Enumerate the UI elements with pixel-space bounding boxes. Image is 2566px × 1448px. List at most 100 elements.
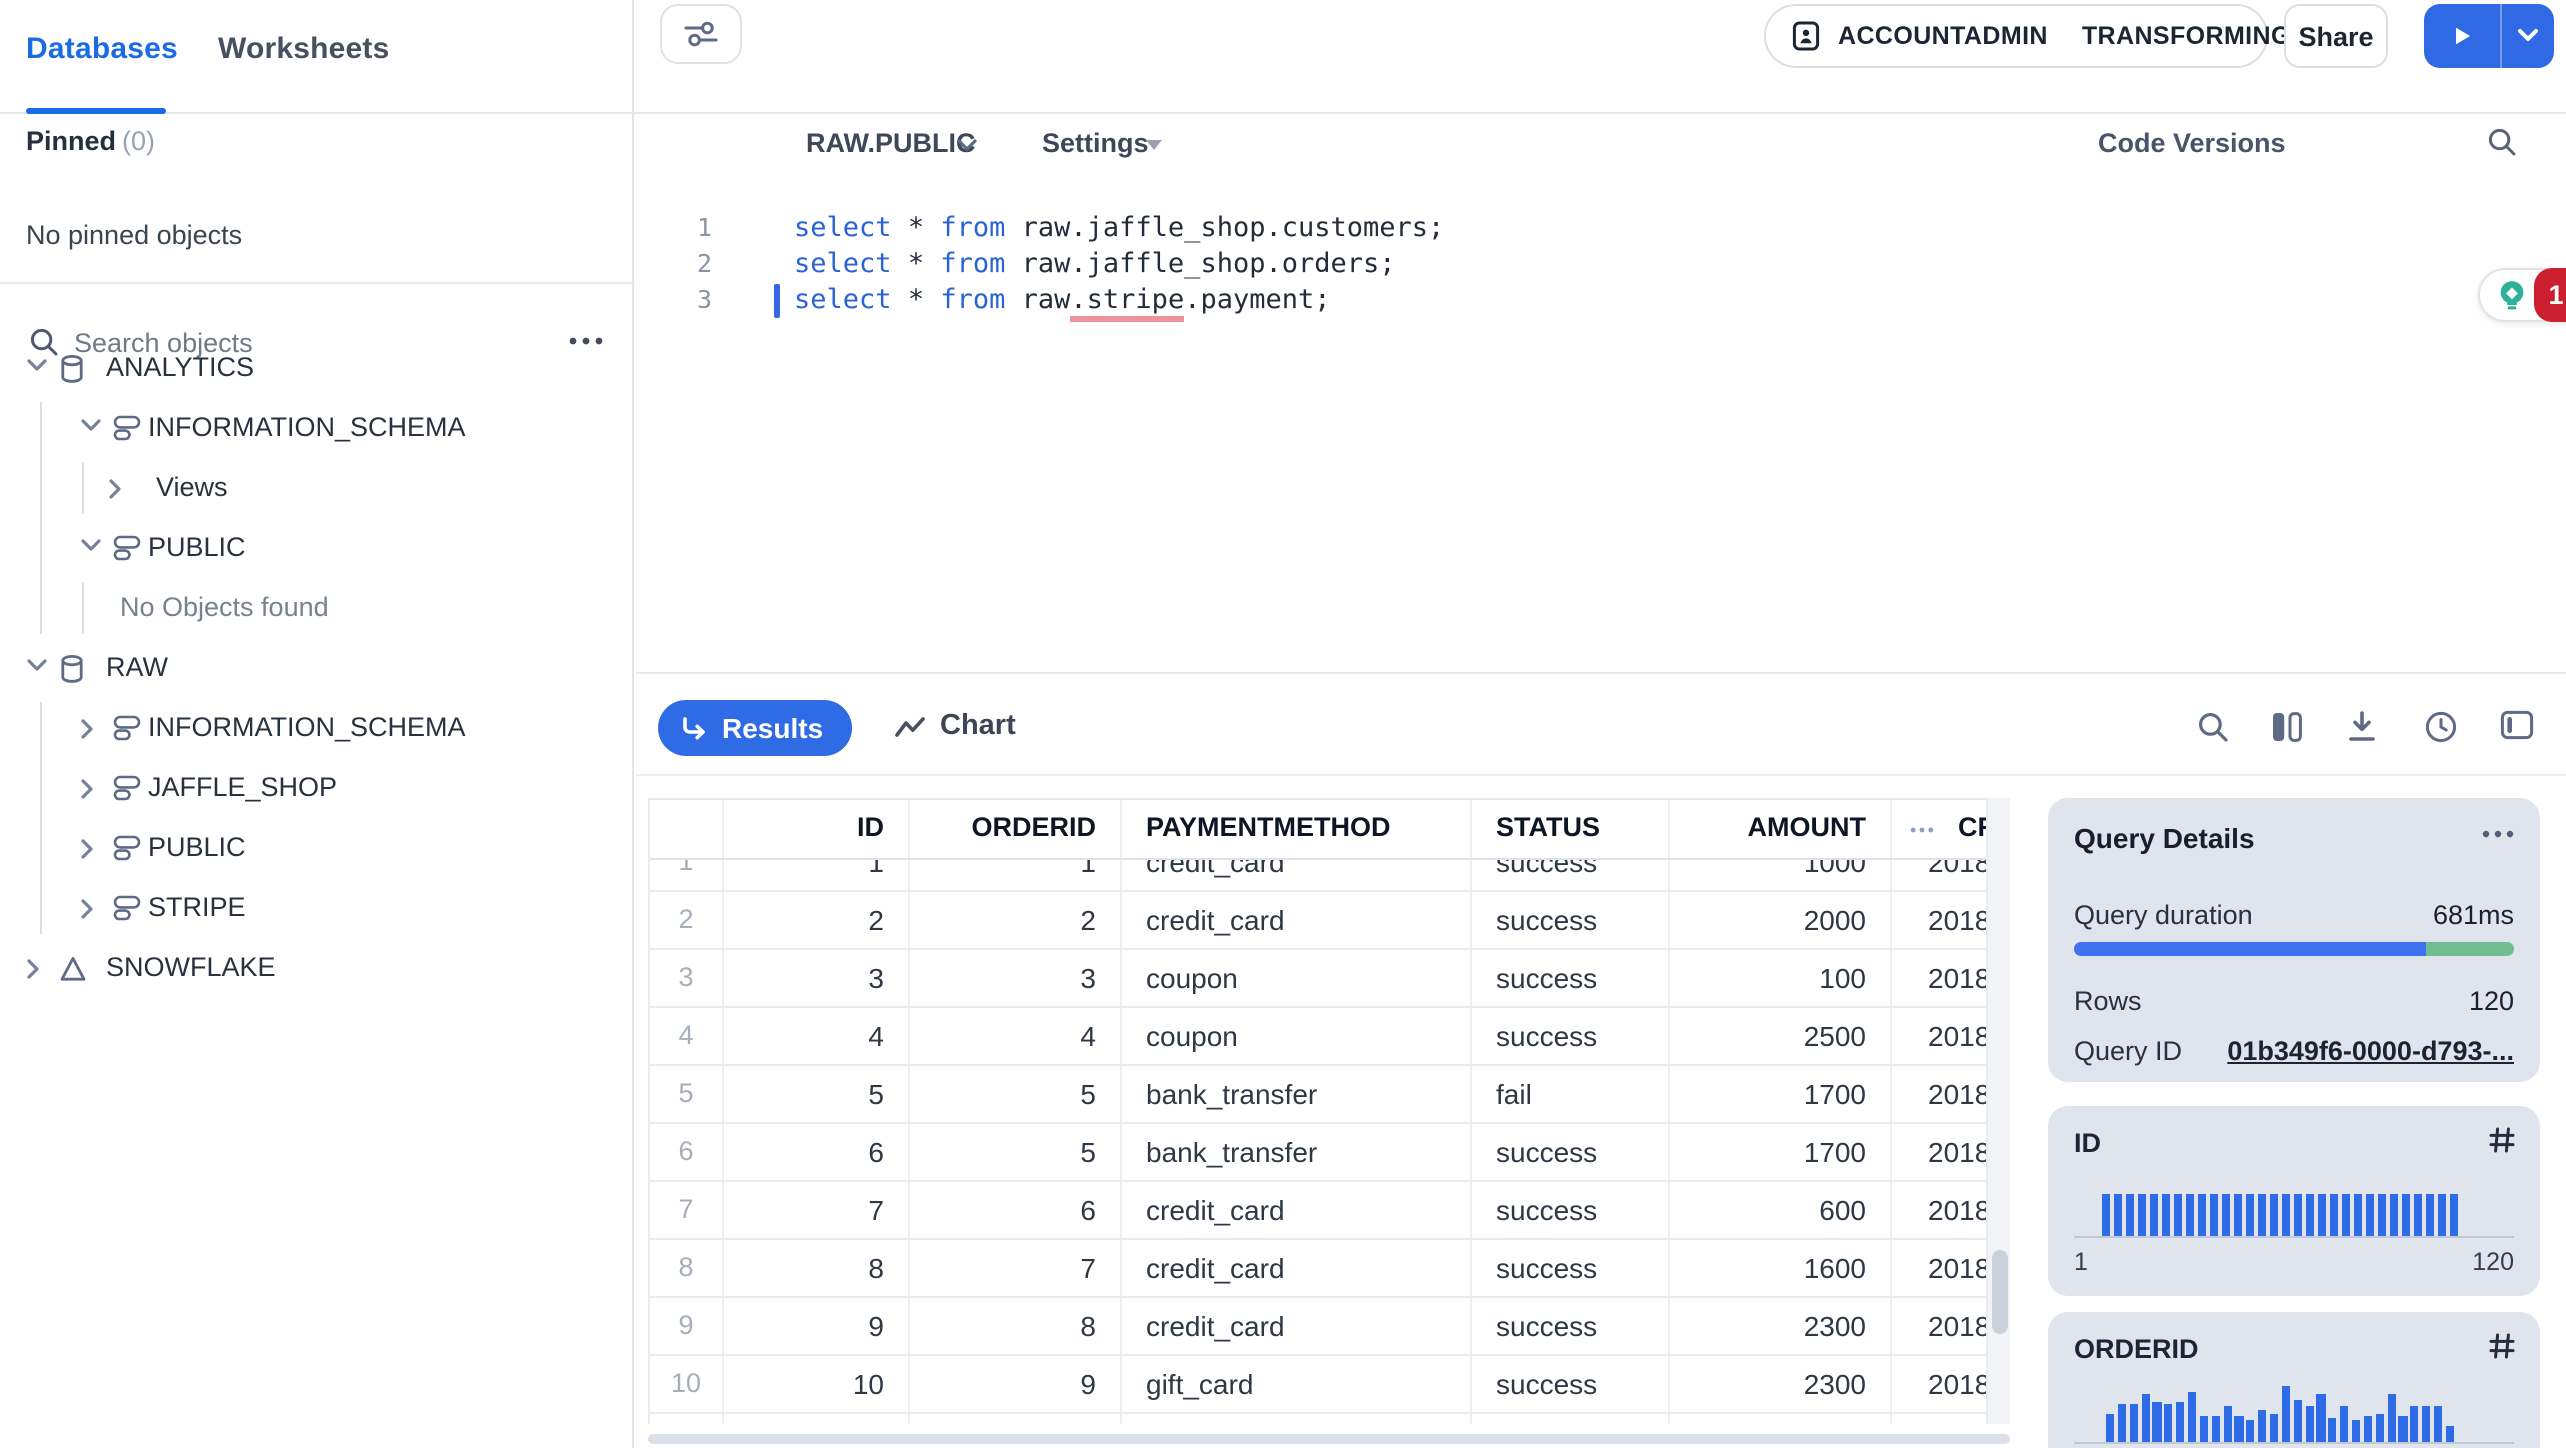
- table-cell[interactable]: 2500: [1670, 1008, 1892, 1064]
- vertical-scrollbar-thumb[interactable]: [1992, 1250, 2008, 1334]
- table-row[interactable]: 10 10 9 gift_card success 2300 2018: [650, 1356, 1986, 1414]
- run-options-button[interactable]: [2502, 4, 2554, 68]
- table-cell[interactable]: fail: [1472, 1066, 1670, 1122]
- table-cell[interactable]: 2300: [1670, 1356, 1892, 1412]
- table-cell[interactable]: success: [1472, 1356, 1670, 1412]
- table-cell[interactable]: 2: [910, 892, 1122, 948]
- table-cell[interactable]: credit_card: [1122, 1298, 1472, 1354]
- table-cell[interactable]: 9: [910, 1356, 1122, 1412]
- table-row[interactable]: 3 3 3 coupon success 100 2018: [650, 950, 1986, 1008]
- table-cell[interactable]: 2018: [1892, 1182, 1986, 1238]
- table-cell[interactable]: 2018: [1892, 950, 1986, 1006]
- table-cell[interactable]: 1700: [1670, 1066, 1892, 1122]
- split-panel-icon[interactable]: [2500, 710, 2534, 740]
- table-row[interactable]: 5 5 5 bank_transfer fail 1700 2018: [650, 1066, 1986, 1124]
- column-header-status[interactable]: STATUS: [1472, 800, 1670, 858]
- table-cell[interactable]: [650, 1414, 724, 1424]
- table-row[interactable]: 9 9 8 credit_card success 2300 2018: [650, 1298, 1986, 1356]
- table-row[interactable]: 4 4 4 coupon success 2500 2018: [650, 1008, 1986, 1066]
- results-table[interactable]: IDORDERIDPAYMENTMETHODSTATUSAMOUNTCREATE…: [648, 798, 1986, 1424]
- table-cell[interactable]: 7: [724, 1182, 910, 1238]
- table-cell[interactable]: success: [1472, 1182, 1670, 1238]
- table-cell[interactable]: 2018: [1892, 1008, 1986, 1064]
- table-cell[interactable]: [1892, 1414, 1986, 1424]
- columns-icon[interactable]: [2270, 710, 2304, 744]
- table-cell[interactable]: 6: [650, 1124, 724, 1180]
- table-cell[interactable]: [724, 1414, 910, 1424]
- table-cell[interactable]: 5: [910, 1066, 1122, 1122]
- chevron-down-icon[interactable]: [956, 138, 978, 154]
- tree-item-raw[interactable]: RAW: [0, 638, 634, 698]
- table-cell[interactable]: gift_card: [1122, 1356, 1472, 1412]
- table-row[interactable]: 8 8 7 credit_card success 1600 2018: [650, 1240, 1986, 1298]
- tree-item-information-schema[interactable]: INFORMATION_SCHEMA: [0, 398, 634, 458]
- query-history-icon[interactable]: [2424, 710, 2458, 744]
- table-cell[interactable]: credit_card: [1122, 1182, 1472, 1238]
- chevron-down-icon[interactable]: [26, 358, 48, 374]
- table-cell[interactable]: [1122, 1414, 1472, 1424]
- table-cell[interactable]: [1472, 1414, 1670, 1424]
- code-line[interactable]: select * from raw.jaffle_shop.customers;: [794, 210, 1444, 246]
- code-versions-button[interactable]: Code Versions: [2098, 128, 2286, 158]
- table-cell[interactable]: success: [1472, 1240, 1670, 1296]
- table-cell[interactable]: 2018: [1892, 1298, 1986, 1354]
- column-header-rownum[interactable]: [650, 800, 724, 858]
- table-cell[interactable]: 2018: [1892, 1240, 1986, 1296]
- table-cell[interactable]: [910, 1414, 1122, 1424]
- table-cell[interactable]: 9: [724, 1298, 910, 1354]
- results-search-icon[interactable]: [2196, 710, 2230, 744]
- table-cell[interactable]: 3: [910, 950, 1122, 1006]
- share-button[interactable]: Share: [2284, 4, 2388, 68]
- table-cell[interactable]: 2018: [1892, 1066, 1986, 1122]
- download-icon[interactable]: [2346, 710, 2378, 744]
- chevron-right-icon[interactable]: [80, 718, 96, 740]
- table-cell[interactable]: 5: [910, 1124, 1122, 1180]
- database-schema-selector[interactable]: RAW.PUBLIC: [806, 128, 976, 158]
- suggestion-count-badge[interactable]: 1: [2534, 268, 2566, 322]
- run-button[interactable]: [2424, 4, 2502, 68]
- chevron-right-icon[interactable]: [108, 478, 124, 500]
- chevron-down-icon[interactable]: [80, 538, 102, 554]
- table-cell[interactable]: 600: [1670, 1182, 1892, 1238]
- table-row[interactable]: 2 2 2 credit_card success 2000 2018: [650, 892, 1986, 950]
- editor-search-icon[interactable]: [2486, 126, 2518, 158]
- table-cell[interactable]: 3: [650, 950, 724, 1006]
- query-id-link[interactable]: 01b349f6-0000-d793-...: [2227, 1036, 2514, 1066]
- chevron-right-icon[interactable]: [80, 838, 96, 860]
- table-cell[interactable]: 10: [650, 1356, 724, 1412]
- tab-chart[interactable]: Chart: [882, 696, 1042, 758]
- table-cell[interactable]: 2: [724, 892, 910, 948]
- table-cell[interactable]: 2: [650, 892, 724, 948]
- tree-item-stripe[interactable]: STRIPE: [0, 878, 634, 938]
- table-cell[interactable]: 1700: [1670, 1124, 1892, 1180]
- table-cell[interactable]: 2018: [1892, 1124, 1986, 1180]
- table-row[interactable]: 6 6 5 bank_transfer success 1700 2018: [650, 1124, 1986, 1182]
- table-cell[interactable]: success: [1472, 1298, 1670, 1354]
- tree-item-jaffle-shop[interactable]: JAFFLE_SHOP: [0, 758, 634, 818]
- tree-item-public[interactable]: PUBLIC: [0, 818, 634, 878]
- table-cell[interactable]: 4: [650, 1008, 724, 1064]
- worksheet-filters-button[interactable]: [660, 4, 742, 64]
- column-header-paymentmethod[interactable]: PAYMENTMETHOD: [1122, 800, 1472, 858]
- table-cell[interactable]: bank_transfer: [1122, 1124, 1472, 1180]
- hash-icon[interactable]: [2488, 1126, 2516, 1154]
- table-cell[interactable]: 4: [910, 1008, 1122, 1064]
- table-cell[interactable]: 4: [724, 1008, 910, 1064]
- column-header-orderid[interactable]: ORDERID: [910, 800, 1122, 858]
- table-cell[interactable]: coupon: [1122, 950, 1472, 1006]
- column-header-id[interactable]: ID: [724, 800, 910, 858]
- column-menu-icon[interactable]: [1910, 826, 1934, 834]
- tab-worksheets[interactable]: Worksheets: [218, 32, 390, 66]
- table-cell[interactable]: 7: [910, 1240, 1122, 1296]
- hash-icon[interactable]: [2488, 1332, 2516, 1360]
- vertical-scrollbar[interactable]: [1986, 798, 2010, 1424]
- table-cell[interactable]: success: [1472, 1008, 1670, 1064]
- chevron-right-icon[interactable]: [80, 898, 96, 920]
- column-header-amount[interactable]: AMOUNT: [1670, 800, 1892, 858]
- table-cell[interactable]: 100: [1670, 950, 1892, 1006]
- caret-down-icon[interactable]: [1146, 140, 1162, 150]
- chevron-right-icon[interactable]: [80, 778, 96, 800]
- table-row[interactable]: [650, 1414, 1986, 1424]
- table-cell[interactable]: bank_transfer: [1122, 1066, 1472, 1122]
- table-cell[interactable]: coupon: [1122, 1008, 1472, 1064]
